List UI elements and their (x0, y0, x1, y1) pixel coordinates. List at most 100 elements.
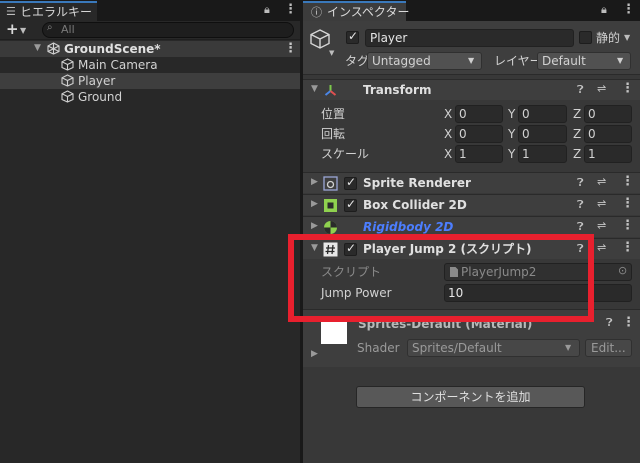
presets-icon[interactable]: ⇌ (597, 82, 606, 95)
component-menu-icon[interactable]: ⋮ (621, 196, 634, 211)
gameobject-cube-icon (61, 74, 74, 87)
tag-value: Untagged (372, 54, 431, 68)
component-menu-icon[interactable]: ⋮ (621, 81, 634, 96)
hierarchy-item-player[interactable]: Player (0, 73, 300, 89)
scale-label: スケール (321, 147, 370, 161)
active-checkbox[interactable] (346, 29, 359, 44)
shader-label: Shader (357, 341, 400, 355)
collapse-arrow[interactable]: ▶ (311, 349, 318, 359)
hierarchy-item-main-camera[interactable]: Main Camera (0, 57, 300, 73)
help-icon[interactable]: ❓︎ (577, 83, 584, 97)
collapse-arrow[interactable]: ▶ (311, 177, 318, 187)
field-value: 0 (588, 127, 596, 141)
object-name-field[interactable]: Player (365, 29, 574, 47)
component-title: Rigidbody 2D (363, 220, 454, 234)
hierarchy-list-icon: ☰ (6, 5, 16, 18)
component-title: Sprite Renderer (363, 176, 471, 190)
component-menu-icon[interactable]: ⋮ (621, 218, 634, 233)
help-icon[interactable]: ❓︎ (577, 198, 584, 212)
position-x-field[interactable]: 0 (455, 105, 503, 123)
more-options-icon[interactable]: ⋮ (284, 2, 297, 17)
field-value: 1 (522, 147, 530, 161)
inspector-tab-label: インスペクター (327, 5, 410, 19)
component-menu-icon[interactable]: ⋮ (622, 315, 635, 330)
hierarchy-tab-label: ヒエラルキー (20, 5, 93, 19)
axis-z-label: Z (573, 127, 582, 141)
help-icon[interactable]: ❓︎ (606, 316, 613, 330)
rotation-z-field[interactable]: 0 (584, 125, 632, 143)
scene-row[interactable]: ▼ GroundScene* ⋮ (0, 41, 300, 57)
presets-icon[interactable]: ⇌ (597, 175, 606, 188)
field-value: 1 (588, 147, 596, 161)
axis-z-label: Z (573, 147, 582, 161)
axis-y-label: Y (508, 127, 516, 141)
gameobject-large-icon (309, 28, 331, 50)
sprite-renderer-icon (323, 176, 338, 191)
inspector-tab[interactable]: ⓘ インスペクター (303, 1, 410, 21)
component-menu-icon[interactable]: ⋮ (621, 174, 634, 189)
more-options-icon[interactable]: ⋮ (622, 2, 635, 17)
highlight-box (288, 234, 594, 322)
component-enabled-checkbox[interactable] (344, 197, 357, 212)
add-component-label: コンポーネントを追加 (410, 390, 531, 404)
position-label: 位置 (321, 107, 346, 121)
component-title: Box Collider 2D (363, 198, 467, 212)
shader-dropdown[interactable]: Sprites/Default ▼ (407, 339, 580, 357)
help-icon[interactable]: ❓︎ (577, 176, 584, 190)
transform-header[interactable]: ▼ Transform ❓︎ ⇌ ⋮ (303, 79, 640, 100)
component-menu-icon[interactable]: ⋮ (621, 240, 634, 255)
presets-icon[interactable]: ⇌ (597, 219, 606, 232)
field-value: 0 (522, 107, 530, 121)
object-name-value: Player (370, 31, 408, 45)
rotation-y-field[interactable]: 0 (518, 125, 567, 143)
expand-arrow[interactable]: ▼ (311, 84, 318, 94)
scale-z-field[interactable]: 1 (584, 145, 632, 163)
rotation-x-field[interactable]: 0 (455, 125, 503, 143)
box-collider-icon (323, 198, 338, 213)
hierarchy-search-input[interactable]: ⌕ All (42, 22, 294, 38)
field-value: 0 (459, 127, 467, 141)
rotation-label: 回転 (321, 127, 346, 141)
hierarchy-tab[interactable]: ☰ ヒエラルキー (0, 1, 97, 21)
presets-icon[interactable]: ⇌ (597, 241, 606, 254)
static-label: 静的 (596, 31, 621, 45)
box-collider-header[interactable]: ▶ Box Collider 2D ❓︎ ⇌ ⋮ (303, 194, 640, 215)
add-component-button[interactable]: コンポーネントを追加 (356, 386, 585, 408)
scene-options-icon[interactable]: ⋮ (284, 41, 297, 56)
search-icon: ⌕ (47, 22, 53, 33)
rigidbody-icon (323, 220, 338, 235)
position-y-field[interactable]: 0 (518, 105, 567, 123)
collapse-arrow[interactable]: ▶ (311, 199, 318, 209)
layer-label: レイヤー (494, 54, 542, 68)
lock-icon[interactable]: 🔒︎ (264, 3, 270, 17)
component-enabled-checkbox[interactable] (344, 175, 357, 190)
field-value: 0 (522, 127, 530, 141)
chevron-down-icon: ▼ (617, 56, 624, 65)
axis-x-label: X (444, 147, 453, 161)
layer-dropdown[interactable]: Default ▼ (537, 52, 631, 70)
chevron-down-icon: ▼ (565, 343, 572, 352)
position-z-field[interactable]: 0 (584, 105, 632, 123)
scene-expand-arrow[interactable]: ▼ (34, 43, 41, 53)
tag-label: タグ (345, 54, 370, 68)
static-checkbox[interactable] (579, 31, 592, 44)
sprite-renderer-header[interactable]: ▶ Sprite Renderer ❓︎ ⇌ ⋮ (303, 172, 640, 193)
edit-shader-button[interactable]: Edit... (585, 339, 632, 357)
hierarchy-item-ground[interactable]: Ground (0, 89, 300, 105)
presets-icon[interactable]: ⇌ (597, 197, 606, 210)
lock-icon[interactable]: 🔒︎ (601, 3, 607, 17)
add-dropdown-icon[interactable]: ▼ (20, 26, 26, 35)
axis-x-label: X (444, 107, 453, 121)
scale-y-field[interactable]: 1 (518, 145, 567, 163)
icon-dropdown-arrow[interactable]: ▼ (329, 49, 334, 57)
tag-dropdown[interactable]: Untagged ▼ (367, 52, 482, 70)
gameobject-cube-icon (61, 58, 74, 71)
add-object-button[interactable]: + (6, 21, 19, 37)
scale-x-field[interactable]: 1 (455, 145, 503, 163)
static-dropdown-arrow[interactable]: ▼ (624, 33, 630, 42)
edit-label: Edit... (591, 341, 626, 355)
axis-y-label: Y (508, 147, 516, 161)
collapse-arrow[interactable]: ▶ (311, 221, 318, 231)
help-icon[interactable]: ❓︎ (577, 220, 584, 234)
axis-x-label: X (444, 127, 453, 141)
